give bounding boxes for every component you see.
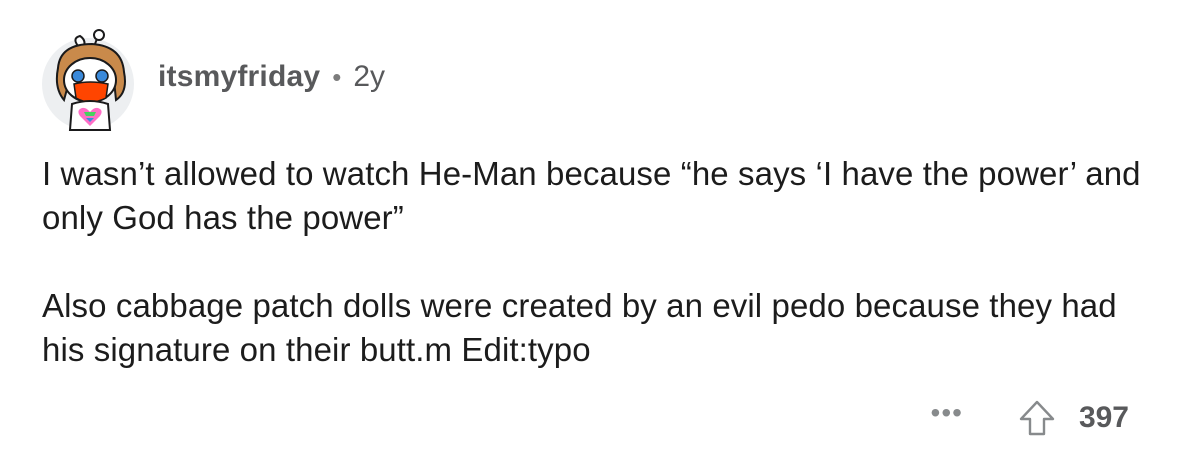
username-link[interactable]: itsmyfriday	[158, 60, 320, 94]
meta-separator: •	[332, 61, 342, 92]
comment-paragraph-1: I wasn’t allowed to watch He-Man because…	[42, 155, 1141, 236]
comment-paragraph-2: Also cabbage patch dolls were created by…	[42, 287, 1117, 368]
comment-actions: ••• 397	[931, 396, 1129, 440]
comment-meta: itsmyfriday • 2y	[158, 60, 385, 94]
vote-score: 397	[1078, 401, 1129, 434]
snoo-avatar-icon	[42, 29, 134, 131]
comment-age: 2y	[353, 60, 386, 93]
user-avatar[interactable]	[36, 28, 140, 132]
comment-header: itsmyfriday • 2y	[36, 8, 385, 140]
comment-body: I wasn’t allowed to watch He-Man because…	[42, 152, 1152, 372]
upvote-arrow-icon[interactable]	[1017, 398, 1057, 438]
more-options-icon[interactable]: •••	[931, 399, 963, 437]
comment-card: itsmyfriday • 2y I wasn’t allowed to wat…	[0, 0, 1179, 461]
